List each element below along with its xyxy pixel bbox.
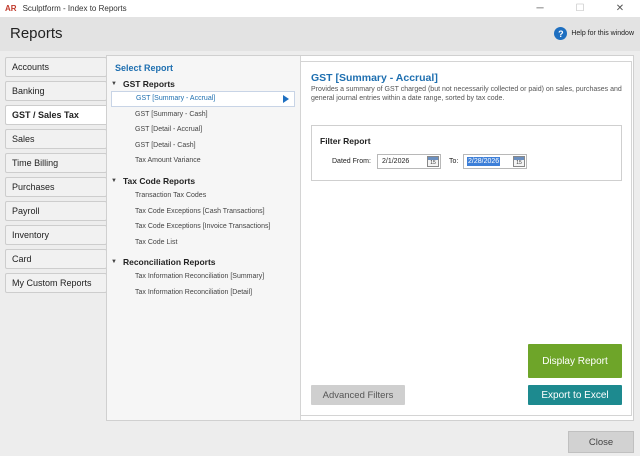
- group-reconciliation-reports: ▼ Reconciliation Reports Tax Information…: [111, 255, 297, 300]
- dated-from-label: Dated From:: [332, 158, 371, 165]
- to-date-input[interactable]: 2/28/2026 15: [463, 154, 527, 169]
- select-report-heading: Select Report: [115, 63, 174, 73]
- minimize-button[interactable]: ─: [520, 0, 560, 16]
- tab-purchases[interactable]: Purchases: [5, 177, 107, 197]
- group-header-reconciliation-reports[interactable]: ▼ Reconciliation Reports: [111, 255, 297, 269]
- caret-down-icon: ▼: [111, 178, 117, 184]
- window-titlebar: AR Sculptform - Index to Reports ─ ☐ ✕: [0, 0, 640, 16]
- report-title: GST [Summary - Accrual]: [311, 72, 438, 84]
- caret-down-icon: ▼: [111, 81, 117, 87]
- group-tax-code-reports: ▼ Tax Code Reports Transaction Tax Codes…: [111, 174, 297, 250]
- report-item-gst-summary-cash[interactable]: GST [Summary - Cash]: [111, 107, 297, 123]
- tab-my-custom-reports[interactable]: My Custom Reports: [5, 273, 107, 293]
- group-header-gst-reports[interactable]: ▼ GST Reports: [111, 77, 297, 91]
- group-gst-reports: ▼ GST Reports GST [Summary - Accrual] GS…: [111, 77, 297, 169]
- report-detail: GST [Summary - Accrual] Provides a summa…: [300, 61, 632, 416]
- app-logo: AR: [5, 3, 17, 13]
- report-list: Select Report ▼ GST Reports GST [Summary…: [107, 56, 301, 420]
- report-category-tabs: Accounts Banking GST / Sales Tax Sales T…: [5, 57, 109, 297]
- tab-sales[interactable]: Sales: [5, 129, 107, 149]
- tab-banking[interactable]: Banking: [5, 81, 107, 101]
- main-panel: Select Report ▼ GST Reports GST [Summary…: [106, 55, 634, 421]
- filter-title: Filter Report: [320, 136, 371, 146]
- close-window-button[interactable]: ✕: [600, 0, 640, 16]
- report-item-gst-detail-accrual[interactable]: GST [Detail - Accrual]: [111, 122, 297, 138]
- report-item-transaction-tax-codes[interactable]: Transaction Tax Codes: [111, 188, 297, 204]
- report-description: Provides a summary of GST charged (but n…: [311, 86, 622, 102]
- window-controls: ─ ☐ ✕: [520, 0, 640, 16]
- tab-time-billing[interactable]: Time Billing: [5, 153, 107, 173]
- page-title: Reports: [10, 25, 63, 42]
- help-label[interactable]: Help for this window: [571, 30, 634, 37]
- maximize-button[interactable]: ☐: [560, 0, 600, 16]
- group-header-tax-code-reports[interactable]: ▼ Tax Code Reports: [111, 174, 297, 188]
- export-to-excel-button[interactable]: Export to Excel: [528, 385, 622, 405]
- tab-payroll[interactable]: Payroll: [5, 201, 107, 221]
- calendar-icon[interactable]: 15: [427, 156, 439, 167]
- filter-report-box: Filter Report Dated From: 2/1/2026 15 To…: [311, 125, 622, 181]
- report-item-gst-summary-accrual[interactable]: GST [Summary - Accrual]: [111, 91, 295, 107]
- report-item-tax-amount-variance[interactable]: Tax Amount Variance: [111, 153, 297, 169]
- selected-arrow-icon: [283, 95, 289, 103]
- tab-inventory[interactable]: Inventory: [5, 225, 107, 245]
- display-report-button[interactable]: Display Report: [528, 344, 622, 378]
- calendar-icon[interactable]: 15: [513, 156, 525, 167]
- report-item-tax-code-exceptions-invoice[interactable]: Tax Code Exceptions [Invoice Transaction…: [111, 219, 297, 235]
- close-button[interactable]: Close: [568, 431, 634, 453]
- report-item-gst-detail-cash[interactable]: GST [Detail - Cash]: [111, 138, 297, 154]
- to-label: To:: [449, 158, 459, 165]
- page-header: Reports ? Help for this window: [0, 17, 640, 51]
- tab-card[interactable]: Card: [5, 249, 107, 269]
- report-item-tax-info-reconciliation-summary[interactable]: Tax Information Reconciliation [Summary]: [111, 269, 297, 285]
- dated-from-input[interactable]: 2/1/2026 15: [377, 154, 441, 169]
- report-item-tax-code-exceptions-cash[interactable]: Tax Code Exceptions [Cash Transactions]: [111, 204, 297, 220]
- window-title: Sculptform - Index to Reports: [22, 3, 127, 13]
- tab-accounts[interactable]: Accounts: [5, 57, 107, 77]
- question-circle-icon[interactable]: ?: [554, 27, 568, 40]
- caret-down-icon: ▼: [111, 259, 117, 265]
- tab-gst-sales-tax[interactable]: GST / Sales Tax: [5, 105, 109, 125]
- advanced-filters-button[interactable]: Advanced Filters: [311, 385, 405, 405]
- help-link[interactable]: ? Help for this window: [554, 27, 634, 40]
- report-item-tax-code-list[interactable]: Tax Code List: [111, 235, 297, 251]
- report-item-tax-info-reconciliation-detail[interactable]: Tax Information Reconciliation [Detail]: [111, 285, 297, 301]
